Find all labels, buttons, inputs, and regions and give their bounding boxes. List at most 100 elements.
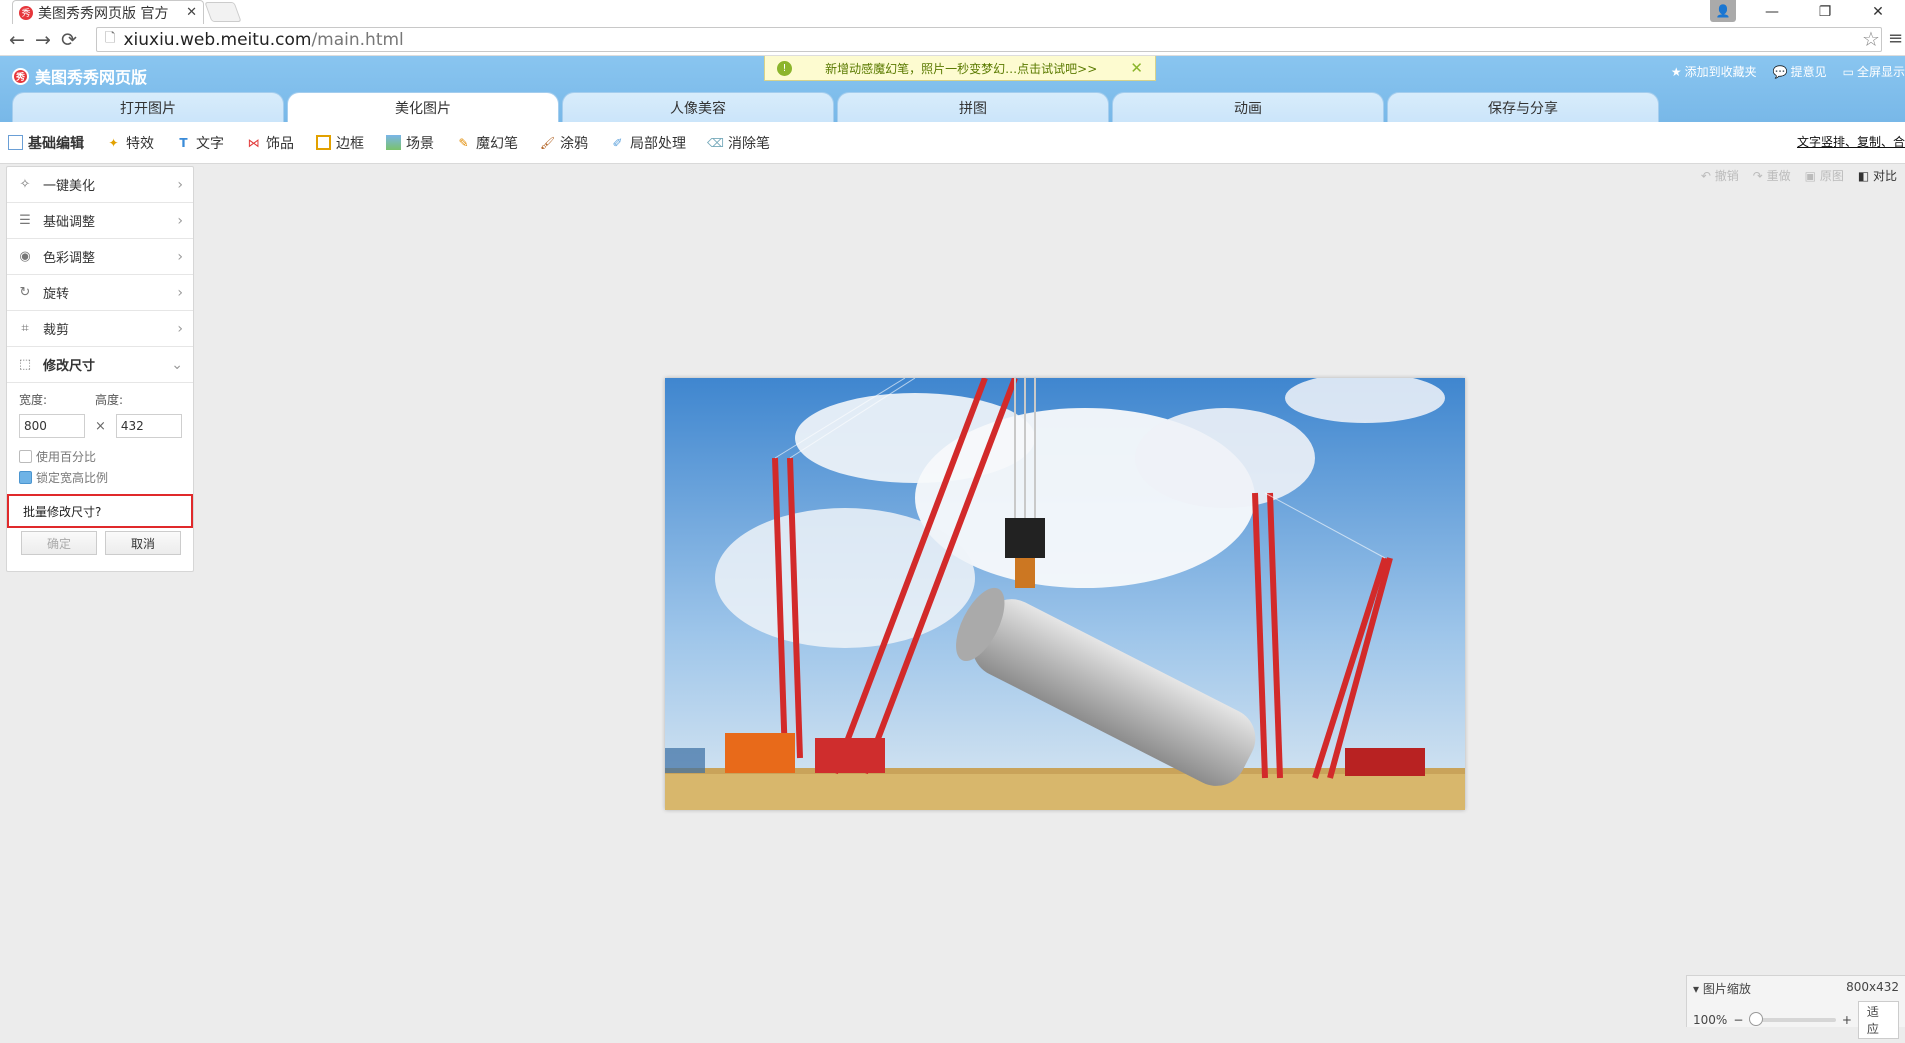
brush-icon: 🖌 [539, 135, 556, 150]
meitu-favicon-icon: 秀 [19, 5, 33, 20]
browser-tab[interactable]: 秀 美图秀秀网页版 官方 ✕ [12, 0, 204, 24]
eraser-icon: ⌫ [707, 135, 724, 150]
browser-tab-title: 美图秀秀网页版 官方 [38, 5, 169, 22]
new-tab-button[interactable] [204, 2, 242, 22]
zoom-slider-knob[interactable] [1749, 1012, 1764, 1026]
checkbox-icon [19, 450, 32, 463]
image-canvas[interactable] [665, 378, 1465, 810]
basic-edit-icon [8, 135, 23, 150]
magic-pen-icon: ✎ [458, 135, 469, 150]
tool-text[interactable]: T 文字 [176, 133, 224, 153]
zoom-panel: ▾ 图片缩放 800x432 100% − + 适应 [1686, 975, 1905, 1039]
restore-button[interactable]: ❐ [1805, 0, 1845, 24]
zoom-title[interactable]: ▾ 图片缩放 [1693, 980, 1751, 997]
width-label: 宽度: [19, 393, 48, 407]
tab-beautify[interactable]: 美化图片 [287, 92, 559, 122]
row-rotate[interactable]: ↻ 旋转 › [7, 275, 193, 311]
tool-effects[interactable]: ✦ 特效 [106, 133, 154, 153]
row-resize[interactable]: ⬚ 修改尺寸 ⌄ [7, 347, 193, 383]
history-bar: ↶ 撤销 ↷ 重做 ▣ 原图 ◧ 对比 [1693, 164, 1905, 186]
meitu-logo-icon: 秀 [12, 67, 29, 85]
tab-open-image[interactable]: 打开图片 [12, 92, 284, 122]
feedback-link[interactable]: 💬 提意见 [1773, 63, 1827, 80]
undo-button[interactable]: ↶ 撤销 [1701, 167, 1739, 184]
close-notice-icon[interactable]: ✕ [1130, 59, 1143, 77]
times-sign: × [95, 418, 106, 434]
main-tabs: 打开图片 美化图片 人像美容 拼图 动画 保存与分享 [0, 92, 1662, 122]
batch-resize-link[interactable]: 批量修改尺寸? [7, 494, 193, 528]
redo-button[interactable]: ↷ 重做 [1753, 167, 1791, 184]
tool-local-process[interactable]: ✐ 局部处理 [610, 133, 686, 153]
chevron-right-icon: › [177, 212, 183, 229]
crane-photo-image [665, 378, 1465, 810]
use-percent-checkbox[interactable]: 使用百分比 [19, 448, 181, 465]
local-process-icon: ✐ [612, 135, 623, 150]
image-size-label: 800x432 [1846, 980, 1899, 994]
app-brand: 秀 美图秀秀网页版 [12, 64, 147, 88]
add-favorite-link[interactable]: ★ 添加到收藏夹 [1671, 63, 1757, 80]
tool-decorations[interactable]: ⋈ 饰品 [246, 133, 295, 153]
width-input[interactable] [19, 414, 85, 438]
tab-collage[interactable]: 拼图 [837, 92, 1109, 122]
bow-icon: ⋈ [247, 135, 260, 150]
info-icon: ! [777, 60, 792, 76]
url-input[interactable]: 🗋 xiuxiu.web.meitu.com/main.html [96, 27, 1882, 52]
notice-text[interactable]: 新增动感魔幻笔，照片一秒变梦幻…点击试试吧>> [802, 60, 1120, 77]
resize-icon: ⬚ [18, 357, 32, 372]
original-button[interactable]: ▣ 原图 [1805, 167, 1844, 184]
forward-arrow-icon[interactable]: → [30, 27, 56, 53]
tab-animation[interactable]: 动画 [1112, 92, 1384, 122]
magic-wand-icon: ✦ [108, 135, 119, 150]
tab-save-share[interactable]: 保存与分享 [1387, 92, 1659, 122]
zoom-out-icon[interactable]: − [1733, 1013, 1743, 1027]
row-color-adjust[interactable]: ◉ 色彩调整 › [7, 239, 193, 275]
app-brand-name: 美图秀秀网页版 [35, 68, 148, 87]
zoom-slider[interactable] [1749, 1012, 1836, 1026]
notice-banner[interactable]: ! 新增动感魔幻笔，照片一秒变梦幻…点击试试吧>> ✕ [764, 56, 1156, 81]
minimize-button[interactable]: — [1752, 0, 1792, 24]
row-crop[interactable]: ⌗ 裁剪 › [7, 311, 193, 347]
tool-magic-pen[interactable]: ✎ 魔幻笔 [456, 133, 518, 153]
comment-icon: 💬 [1772, 65, 1788, 79]
bookmark-star-icon[interactable]: ☆ [1862, 27, 1880, 51]
magic-icon: ✧ [19, 177, 31, 192]
back-arrow-icon[interactable]: ← [4, 27, 30, 53]
user-profile-icon[interactable]: 👤 [1710, 0, 1736, 22]
top-links: ★ 添加到收藏夹 💬 提意见 ▭ 全屏显示 [1671, 63, 1905, 80]
basic-edit-panel: ✧ 一键美化 › ☰ 基础调整 › ◉ 色彩调整 › ↻ 旋转 › ⌗ 裁剪 › ⬚ 修改尺寸 ⌄ 宽度… [6, 166, 194, 572]
tool-basic-edit[interactable]: 基础编辑 [8, 133, 84, 153]
reload-icon[interactable]: ⟳ [56, 27, 82, 53]
fullscreen-link[interactable]: ▭ 全屏显示 [1843, 63, 1905, 80]
cancel-button[interactable]: 取消 [105, 531, 181, 555]
height-input[interactable] [115, 414, 182, 438]
close-tab-icon[interactable]: ✕ [186, 5, 197, 20]
scene-icon [386, 135, 401, 150]
fit-button[interactable]: 适应 [1857, 1001, 1899, 1039]
compare-button[interactable]: ◧ 对比 [1858, 167, 1897, 184]
tool-eraser[interactable]: ⌫ 消除笔 [707, 133, 770, 153]
edit-toolbar: 基础编辑 ✦ 特效 T 文字 ⋈ 饰品 边框 场景 ✎ 魔幻笔 🖌 涂鸦 ✐ 局部处理 ⌫ 消… [0, 122, 1905, 164]
tool-doodle[interactable]: 🖌 涂鸦 [540, 133, 588, 153]
tool-frames[interactable]: 边框 [316, 133, 364, 153]
text-icon: T [179, 135, 188, 150]
row-auto-beautify[interactable]: ✧ 一键美化 › [7, 167, 193, 203]
close-window-button[interactable]: ✕ [1858, 0, 1898, 24]
palette-icon: ◉ [19, 249, 31, 264]
monitor-icon: ▭ [1842, 65, 1854, 79]
browser-menu-icon[interactable]: ≡ [1888, 28, 1903, 49]
browser-tabstrip: 秀 美图秀秀网页版 官方 ✕ 👤 — ❐ ✕ [0, 0, 1905, 24]
confirm-button[interactable]: 确定 [21, 531, 97, 555]
text-vertical-link[interactable]: 文字竖排、复制、合 [1797, 133, 1905, 150]
zoom-in-icon[interactable]: + [1842, 1013, 1852, 1027]
tab-portrait[interactable]: 人像美容 [562, 92, 834, 122]
tool-scenes[interactable]: 场景 [386, 133, 434, 153]
row-basic-adjust[interactable]: ☰ 基础调整 › [7, 203, 193, 239]
lock-ratio-checkbox[interactable]: 锁定宽高比例 [19, 469, 181, 486]
chevron-right-icon: › [177, 320, 183, 337]
crop-icon: ⌗ [21, 321, 29, 336]
app-header: 秀 美图秀秀网页版 ! 新增动感魔幻笔，照片一秒变梦幻…点击试试吧>> ✕ ★ 添… [0, 56, 1905, 122]
url-path: /main.html [311, 29, 404, 50]
height-label: 高度: [95, 393, 124, 407]
url-host: xiuxiu.web.meitu.com [123, 29, 312, 50]
star-icon: ★ [1670, 65, 1682, 79]
